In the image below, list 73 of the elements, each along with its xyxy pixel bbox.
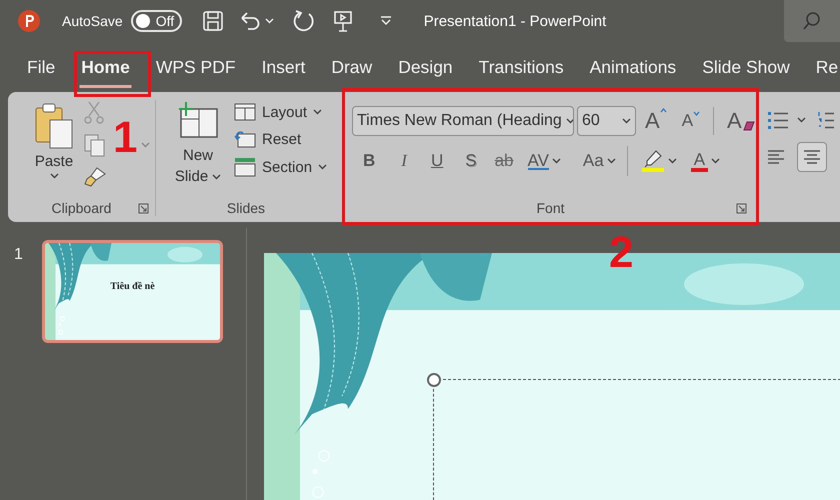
align-center-button[interactable] [797,142,827,172]
undo-icon[interactable] [238,10,261,32]
reset-icon [234,130,256,148]
bold-button[interactable]: B [356,148,382,174]
ribbon-tab[interactable]: Design [385,50,466,88]
caret-icon[interactable] [318,164,328,170]
group-label: Font [536,200,564,216]
new-slide-icon [177,101,219,139]
reset-button[interactable]: Reset [234,130,302,148]
save-icon[interactable] [202,10,224,32]
group-label: Clipboard [52,200,112,216]
search-button[interactable] [784,0,840,42]
font-size-dropdown[interactable]: 60 [577,106,636,136]
layout-button[interactable]: Layout [234,103,322,121]
slide-thumbnail[interactable]: Tiêu đề nè [42,240,223,343]
clipboard-icon [34,102,74,150]
caret-icon[interactable] [668,158,677,164]
caret-icon[interactable] [622,118,631,124]
new-slide-button[interactable]: New Slide [170,101,226,194]
underline-button[interactable]: U [424,148,450,174]
app-logo-icon [17,9,41,33]
ribbon-tab[interactable]: Insert [248,50,318,88]
autosave-toggle[interactable]: Off [130,10,182,32]
highlighter-icon [640,149,665,173]
italic-button[interactable]: I [394,148,414,174]
section-icon [234,157,256,177]
ribbon-tab[interactable]: Transitions [466,50,577,88]
redo-icon[interactable] [292,9,316,33]
search-icon [802,11,822,31]
change-case-button[interactable]: Aa [576,148,623,174]
section-button[interactable]: Section [234,157,328,177]
format-painter-icon[interactable] [83,166,107,188]
caret-icon[interactable] [711,158,720,164]
copy-icon[interactable] [83,133,107,157]
slide-title: Tiêu đề nè [109,281,156,292]
font-color-button[interactable]: A [684,148,728,174]
presentation-icon[interactable] [332,10,353,32]
paste-button[interactable]: Paste [29,102,79,194]
clear-formatting-button[interactable]: A [721,108,761,134]
shrink-font-button[interactable]: A [676,111,706,131]
window-title: Presentation1 - PowerPoint [424,12,606,30]
ribbon-tab[interactable]: File [14,50,68,88]
caret-icon[interactable] [50,173,58,179]
text-shadow-button[interactable]: S [458,148,484,174]
ribbon-tab[interactable]: WPS PDF [142,50,249,88]
grow-font-button[interactable]: A [639,108,673,134]
ribbon-tab[interactable]: Slide Show [689,50,803,88]
ribbon-tab[interactable]: Animations [576,50,690,88]
dialog-launcher-icon[interactable] [736,202,747,214]
caret-icon[interactable] [797,117,806,123]
customize-icon[interactable] [380,16,392,26]
font-name-dropdown[interactable]: Times New Roman (Heading [352,106,574,136]
caret-icon[interactable] [212,174,222,180]
bullets-icon[interactable] [767,110,789,130]
caret-icon[interactable] [552,158,561,164]
layout-icon [234,103,256,121]
strikethrough-button[interactable]: ab [488,148,520,174]
dialog-launcher-icon[interactable] [138,202,149,214]
caret-icon[interactable] [606,158,616,164]
character-spacing-button[interactable]: AV [520,148,568,174]
annotation-number: 1 [113,116,138,160]
numbering-icon[interactable] [818,110,834,130]
slide-number: 1 [13,246,24,264]
caret-up-icon [660,108,667,113]
group-label: Slides [226,200,266,216]
caret-down-icon [693,111,700,116]
eraser-icon [742,121,755,131]
caret-icon[interactable] [313,109,322,115]
caret-icon[interactable] [566,118,573,124]
ribbon-tab[interactable]: Re [802,50,840,88]
autosave-label: AutoSave [62,13,123,29]
ribbon-tab[interactable]: Draw [318,50,386,88]
ribbon-tab[interactable]: Home [68,50,143,88]
